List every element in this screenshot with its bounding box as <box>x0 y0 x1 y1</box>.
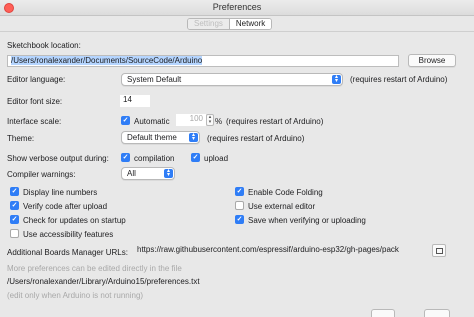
title-bar: Preferences <box>0 0 474 16</box>
edit-urls-button[interactable] <box>432 244 446 257</box>
code-folding-checkbox[interactable]: ✓ <box>235 187 244 196</box>
code-folding-label: Enable Code Folding <box>248 188 323 197</box>
verbose-label: Show verbose output during: <box>7 154 109 163</box>
font-size-input[interactable]: 14 <box>120 95 150 107</box>
browse-button[interactable]: Browse <box>408 54 456 67</box>
interface-scale-note: (requires restart of Arduino) <box>226 117 324 126</box>
editor-language-value: System Default <box>127 75 182 84</box>
ok-button[interactable] <box>371 309 395 317</box>
chevron-updown-icon: ▴ ▾ <box>164 168 173 178</box>
edit-warning-note: (edit only when Arduino is not running) <box>7 291 144 300</box>
theme-label: Theme: <box>7 134 35 143</box>
theme-note: (requires restart of Arduino) <box>207 134 305 143</box>
editor-language-label: Editor language: <box>7 75 66 84</box>
tab-bar: Settings Network <box>187 18 273 30</box>
automatic-scale-checkbox[interactable]: ✓ <box>121 116 130 125</box>
sketchbook-label: Sketchbook location: <box>7 41 81 50</box>
compiler-warnings-label: Compiler warnings: <box>7 170 76 179</box>
tab-network[interactable]: Network <box>229 19 272 29</box>
external-editor-label: Use external editor <box>248 202 316 211</box>
verbose-compilation-checkbox[interactable]: ✓ <box>121 153 130 162</box>
editor-language-note: (requires restart of Arduino) <box>350 75 448 84</box>
check-updates-checkbox[interactable]: ✓ <box>10 215 19 224</box>
more-preferences-note: More preferences can be edited directly … <box>7 264 182 273</box>
verbose-upload-label: upload <box>204 154 229 163</box>
verify-after-upload-label: Verify code after upload <box>23 202 108 211</box>
save-on-verify-checkbox[interactable]: ✓ <box>235 215 244 224</box>
verify-after-upload-checkbox[interactable]: ✓ <box>10 201 19 210</box>
preferences-panel: Sketchbook location: /Users/ronalexander… <box>0 31 474 317</box>
sketchbook-path-input[interactable]: /Users/ronalexander/Documents/SourceCode… <box>7 55 399 67</box>
check-updates-label: Check for updates on startup <box>23 216 126 225</box>
theme-value: Default theme <box>127 133 177 142</box>
editor-language-select[interactable]: System Default ▴ ▾ <box>121 73 343 86</box>
boards-manager-urls-input[interactable]: https://raw.githubusercontent.com/espres… <box>134 245 424 257</box>
display-line-numbers-label: Display line numbers <box>23 188 98 197</box>
cancel-button[interactable] <box>424 309 450 317</box>
save-on-verify-label: Save when verifying or uploading <box>248 216 366 225</box>
window-title: Preferences <box>212 2 262 12</box>
compiler-warnings-select[interactable]: All ▴ ▾ <box>121 167 175 180</box>
font-size-label: Editor font size: <box>7 97 63 106</box>
chevron-updown-icon: ▴ ▾ <box>189 132 198 142</box>
interface-scale-label: Interface scale: <box>7 117 62 126</box>
tab-settings[interactable]: Settings <box>188 19 230 29</box>
theme-select[interactable]: Default theme ▴ ▾ <box>121 131 200 144</box>
automatic-scale-label: Automatic <box>134 117 170 126</box>
scale-unit: % <box>215 117 223 126</box>
compiler-warnings-value: All <box>127 169 136 178</box>
verbose-upload-checkbox[interactable]: ✓ <box>191 153 200 162</box>
accessibility-label: Use accessibility features <box>23 230 114 239</box>
accessibility-checkbox[interactable] <box>10 229 19 238</box>
scale-percent-input[interactable]: 100 <box>176 114 206 126</box>
scale-stepper[interactable]: ▴ ▾ <box>206 114 214 126</box>
chevron-updown-icon: ▴ ▾ <box>332 74 341 84</box>
display-line-numbers-checkbox[interactable]: ✓ <box>10 187 19 196</box>
external-editor-checkbox[interactable] <box>235 201 244 210</box>
verbose-compilation-label: compilation <box>134 154 175 163</box>
sketchbook-path-text: /Users/ronalexander/Documents/SourceCode… <box>11 56 203 65</box>
boards-manager-label: Additional Boards Manager URLs: <box>7 248 128 257</box>
preferences-file-path: /Users/ronalexander/Library/Arduino15/pr… <box>7 277 200 286</box>
window-icon <box>436 248 443 254</box>
